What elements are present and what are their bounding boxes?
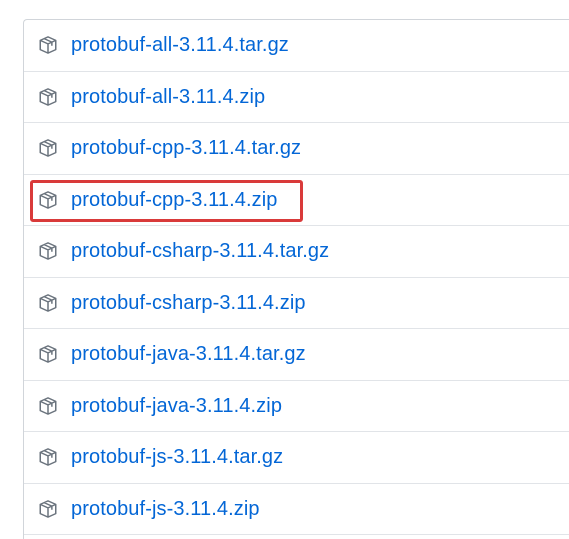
asset-row: protobuf-csharp-3.11.4.zip — [24, 278, 569, 329]
package-icon — [37, 240, 59, 262]
asset-row: protobuf-js-3.11.4.tar.gz — [24, 432, 569, 484]
release-assets-list: protobuf-all-3.11.4.tar.gz protobuf-all-… — [23, 19, 569, 539]
asset-link[interactable]: protobuf-csharp-3.11.4.zip — [71, 291, 306, 315]
asset-link[interactable]: protobuf-csharp-3.11.4.tar.gz — [71, 239, 329, 263]
asset-link[interactable]: protobuf-java-3.11.4.tar.gz — [71, 342, 306, 366]
asset-link[interactable]: protobuf-all-3.11.4.zip — [71, 85, 265, 109]
package-icon — [37, 343, 59, 365]
package-icon — [37, 446, 59, 468]
asset-link-highlighted[interactable]: protobuf-cpp-3.11.4.zip — [71, 188, 278, 212]
asset-link[interactable]: protobuf-all-3.11.4.tar.gz — [71, 33, 289, 57]
asset-link[interactable]: protobuf-js-3.11.4.zip — [71, 497, 260, 521]
package-icon — [37, 86, 59, 108]
asset-link[interactable]: protobuf-cpp-3.11.4.tar.gz — [71, 136, 301, 160]
asset-row: protobuf-csharp-3.11.4.tar.gz — [24, 226, 569, 278]
asset-row: protobuf-js-3.11.4.zip — [24, 484, 569, 535]
package-icon — [37, 137, 59, 159]
package-icon — [37, 498, 59, 520]
release-assets-page: protobuf-all-3.11.4.tar.gz protobuf-all-… — [0, 0, 569, 539]
package-icon — [37, 189, 59, 211]
asset-row: protobuf-java-3.11.4.zip — [24, 381, 569, 432]
asset-link[interactable]: protobuf-js-3.11.4.tar.gz — [71, 445, 283, 469]
package-icon — [37, 34, 59, 56]
asset-row: protobuf-cpp-3.11.4.tar.gz — [24, 123, 569, 175]
asset-row: protobuf-java-3.11.4.tar.gz — [24, 329, 569, 381]
package-icon — [37, 292, 59, 314]
asset-row: protobuf-all-3.11.4.zip — [24, 72, 569, 123]
package-icon — [37, 395, 59, 417]
asset-row: protobuf-cpp-3.11.4.zip — [24, 175, 569, 226]
asset-row: protobuf-all-3.11.4.tar.gz — [24, 20, 569, 72]
asset-link[interactable]: protobuf-java-3.11.4.zip — [71, 394, 282, 418]
